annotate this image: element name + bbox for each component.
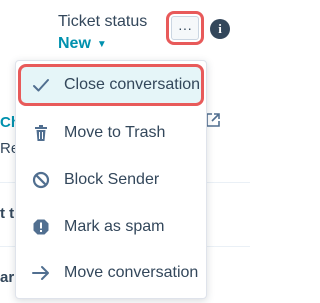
block-icon bbox=[32, 171, 50, 189]
info-icon-label: i bbox=[218, 21, 222, 36]
menu-item-move-conversation[interactable]: Move conversation bbox=[16, 252, 206, 294]
menu-item-mark-as-spam[interactable]: Mark as spam bbox=[16, 206, 206, 248]
menu-item-move-to-trash[interactable]: Move to Trash bbox=[16, 112, 206, 154]
info-icon[interactable]: i bbox=[210, 19, 230, 39]
ellipsis-icon: ··· bbox=[171, 16, 199, 40]
more-actions-label: ··· bbox=[178, 20, 192, 36]
ticket-status-label: Ticket status bbox=[58, 13, 148, 30]
check-icon bbox=[32, 76, 50, 94]
external-link-icon[interactable] bbox=[206, 113, 220, 127]
menu-item-label: Move to Trash bbox=[64, 124, 166, 141]
spam-icon bbox=[32, 218, 50, 236]
menu-item-label: Mark as spam bbox=[64, 218, 165, 235]
menu-item-label: Block Sender bbox=[64, 171, 160, 188]
ticket-status-dropdown[interactable]: New ▼ bbox=[58, 35, 107, 53]
menu-item-close-conversation[interactable]: Close conversation bbox=[18, 64, 204, 106]
menu-item-block-sender[interactable]: Block Sender bbox=[16, 159, 206, 201]
trash-icon bbox=[32, 124, 50, 142]
arrow-right-icon bbox=[32, 264, 50, 282]
menu-item-label: Close conversation bbox=[64, 76, 201, 93]
chevron-down-icon: ▼ bbox=[96, 38, 107, 50]
menu-item-label: Move conversation bbox=[64, 264, 199, 281]
actions-menu: Close conversation Move to Trash Block S… bbox=[15, 60, 207, 299]
background-heading-fragment-2: ar bbox=[0, 269, 15, 286]
more-actions-button[interactable]: ··· bbox=[166, 11, 204, 45]
ticket-status-value: New bbox=[58, 35, 91, 52]
